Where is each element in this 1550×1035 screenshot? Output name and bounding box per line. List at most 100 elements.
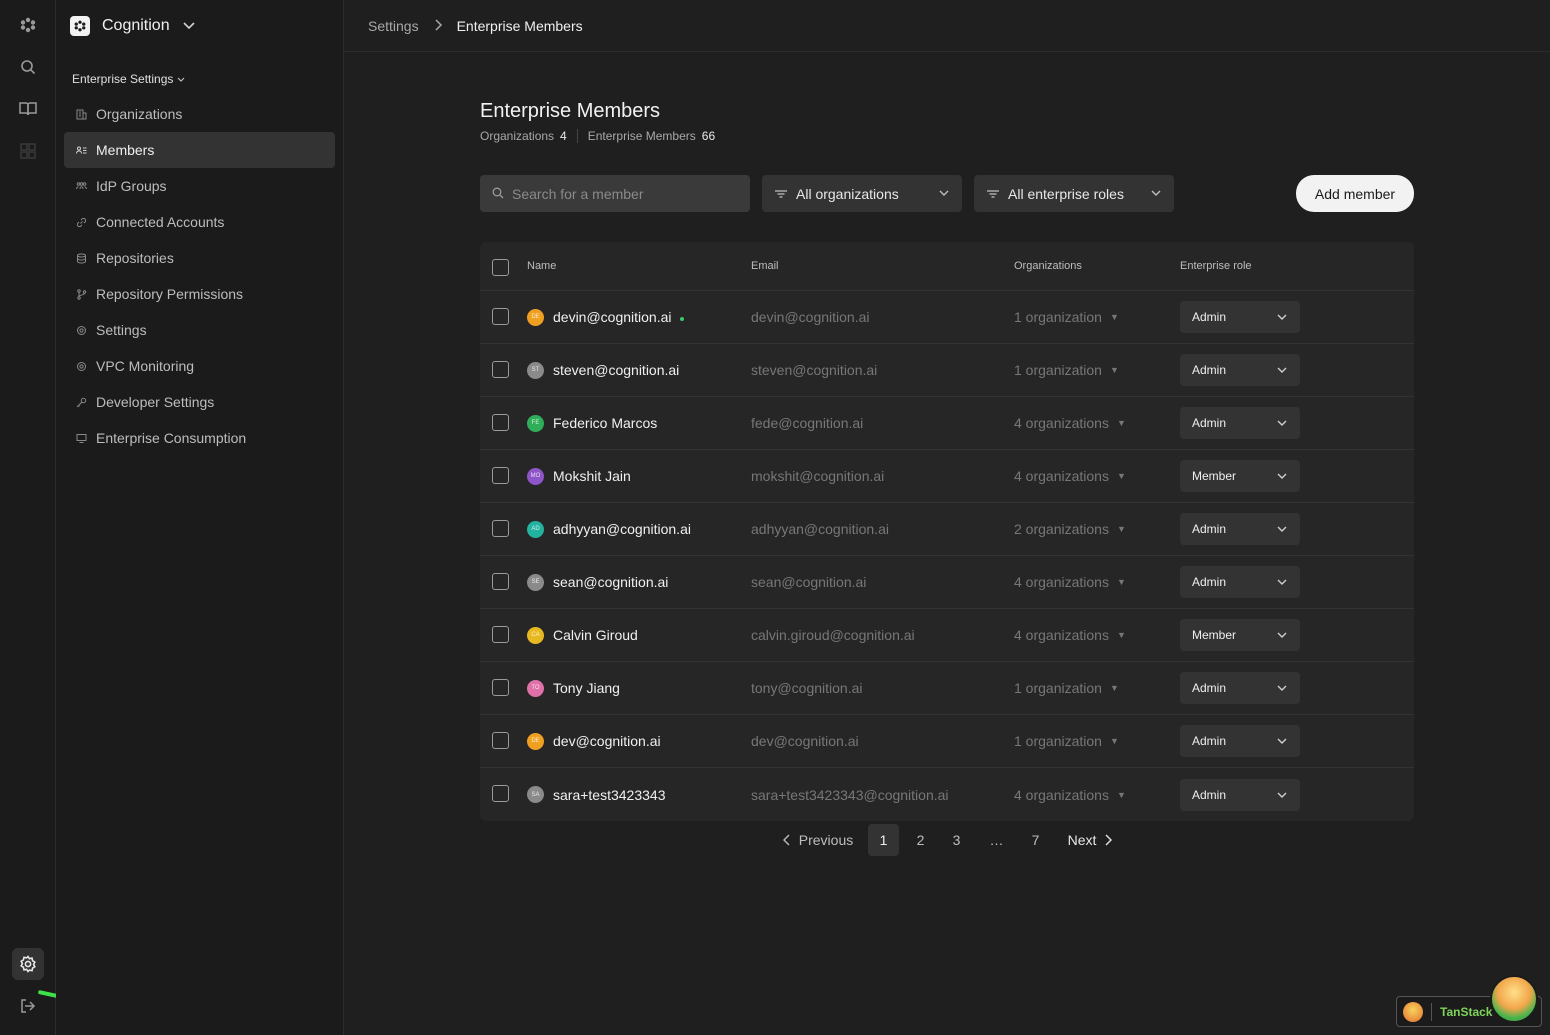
row-checkbox[interactable] (492, 467, 509, 484)
caret-down-icon: ▼ (1116, 471, 1126, 481)
devtools-floating-icon[interactable] (1490, 975, 1538, 1023)
org-logo-icon (70, 16, 90, 36)
member-orgs-dropdown[interactable]: 4 organizations ▼ (1014, 397, 1126, 449)
table-row: SA sara+test3423343 sara+test3423343@cog… (480, 768, 1414, 821)
role-select[interactable]: Admin (1180, 778, 1300, 811)
logo-icon[interactable] (12, 9, 44, 41)
stat-orgs-value: 4 (560, 129, 567, 143)
section-label-enterprise-settings[interactable]: Enterprise Settings (72, 72, 185, 86)
member-name: sean@cognition.ai (553, 574, 669, 590)
page-button-2[interactable]: 2 (905, 824, 936, 856)
member-name-cell: SE sean@cognition.ai (527, 556, 668, 608)
member-orgs-dropdown[interactable]: 4 organizations ▼ (1014, 556, 1126, 608)
chevron-down-icon (177, 77, 185, 82)
member-name-cell: MO Mokshit Jain (527, 450, 631, 502)
avatar: SA (527, 786, 544, 803)
sidebar-item-organizations[interactable]: Organizations (64, 96, 335, 132)
search-icon[interactable] (12, 51, 44, 83)
member-orgs-dropdown[interactable]: 1 organization ▼ (1014, 344, 1119, 396)
breadcrumb-parent[interactable]: Settings (368, 18, 419, 34)
roles-filter[interactable]: All enterprise roles (974, 175, 1174, 212)
member-orgs-count: 1 organization (1014, 309, 1102, 325)
logout-icon[interactable] (12, 990, 44, 1022)
table-header: Name Email Organizations Enterprise role (480, 242, 1414, 291)
member-orgs-dropdown[interactable]: 4 organizations ▼ (1014, 768, 1126, 821)
branch-icon (76, 288, 87, 300)
sidebar-item-members[interactable]: Members (64, 132, 335, 168)
next-page-button[interactable]: Next (1064, 824, 1116, 856)
role-cell: Member (1180, 609, 1300, 661)
role-select[interactable]: Admin (1180, 513, 1300, 545)
role-select[interactable]: Member (1180, 619, 1300, 651)
add-member-button[interactable]: Add member (1296, 175, 1414, 212)
row-checkbox[interactable] (492, 361, 509, 378)
role-value: Admin (1192, 416, 1227, 430)
avatar: DE (527, 308, 544, 326)
settings-icon[interactable] (12, 948, 44, 980)
caret-down-icon: ▼ (1109, 736, 1119, 746)
sidebar-item-settings[interactable]: Settings (64, 312, 335, 348)
previous-page-button[interactable]: Previous (780, 824, 856, 856)
row-checkbox[interactable] (492, 414, 509, 431)
role-select[interactable]: Admin (1180, 725, 1300, 757)
sidebar-item-enterprise-consumption[interactable]: Enterprise Consumption (64, 420, 335, 456)
role-cell: Admin (1180, 715, 1300, 767)
search-input[interactable] (512, 185, 732, 202)
group-icon (76, 181, 87, 192)
row-checkbox[interactable] (492, 732, 509, 749)
page-button-7[interactable]: 7 (1020, 824, 1051, 856)
member-orgs-dropdown[interactable]: 2 organizations ▼ (1014, 503, 1126, 555)
chevron-down-icon (1276, 523, 1288, 538)
org-switcher[interactable]: Cognition (70, 14, 196, 38)
member-email: tony@cognition.ai (751, 680, 863, 696)
table-row: MO Mokshit Jain mokshit@cognition.ai 4 o… (480, 450, 1414, 503)
chevron-down-icon (1276, 682, 1288, 697)
member-orgs-dropdown[interactable]: 1 organization ▼ (1014, 715, 1119, 767)
sidebar-item-idp-groups[interactable]: IdP Groups (64, 168, 335, 204)
page-button-3[interactable]: 3 (941, 824, 972, 856)
row-checkbox[interactable] (492, 308, 509, 325)
row-checkbox[interactable] (492, 785, 509, 802)
avatar: DE (527, 732, 544, 750)
caret-down-icon: ▼ (1109, 683, 1119, 693)
member-orgs-dropdown[interactable]: 4 organizations ▼ (1014, 450, 1126, 502)
row-checkbox[interactable] (492, 626, 509, 643)
icon-rail (0, 0, 56, 1035)
role-select[interactable]: Admin (1180, 672, 1300, 704)
member-orgs-dropdown[interactable]: 1 organization ▼ (1014, 291, 1119, 343)
chevron-down-icon (182, 18, 196, 35)
book-icon[interactable] (12, 93, 44, 125)
database-icon (76, 253, 87, 264)
page-button-1[interactable]: 1 (868, 824, 899, 856)
divider (1431, 1002, 1432, 1021)
organizations-filter[interactable]: All organizations (762, 175, 962, 212)
sidebar-item-repositories[interactable]: Repositories (64, 240, 335, 276)
role-select[interactable]: Admin (1180, 301, 1300, 333)
sidebar-item-connected-accounts[interactable]: Connected Accounts (64, 204, 335, 240)
sidebar: Cognition Enterprise Settings Organizati… (56, 0, 344, 1035)
avatar: TO (527, 679, 544, 697)
role-select[interactable]: Admin (1180, 407, 1300, 439)
building-icon (76, 109, 87, 120)
role-select[interactable]: Member (1180, 460, 1300, 492)
row-checkbox[interactable] (492, 679, 509, 696)
row-checkbox[interactable] (492, 520, 509, 537)
monitor-icon (76, 433, 87, 444)
search-box[interactable] (480, 175, 750, 212)
role-cell: Admin (1180, 768, 1300, 821)
sidebar-item-repository-permissions[interactable]: Repository Permissions (64, 276, 335, 312)
sidebar-item-developer-settings[interactable]: Developer Settings (64, 384, 335, 420)
role-value: Admin (1192, 522, 1227, 536)
row-checkbox[interactable] (492, 573, 509, 590)
caret-down-icon: ▼ (1116, 418, 1126, 428)
member-email: sara+test3423343@cognition.ai (751, 786, 949, 803)
grid-icon[interactable] (12, 135, 44, 167)
sidebar-item-vpc-monitoring[interactable]: VPC Monitoring (64, 348, 335, 384)
select-all-checkbox[interactable] (492, 259, 509, 276)
avatar: AD (527, 520, 544, 538)
role-select[interactable]: Admin (1180, 566, 1300, 598)
member-orgs-dropdown[interactable]: 4 organizations ▼ (1014, 609, 1126, 661)
member-orgs-dropdown[interactable]: 1 organization ▼ (1014, 662, 1119, 714)
member-email: steven@cognition.ai (751, 362, 878, 378)
role-select[interactable]: Admin (1180, 354, 1300, 386)
